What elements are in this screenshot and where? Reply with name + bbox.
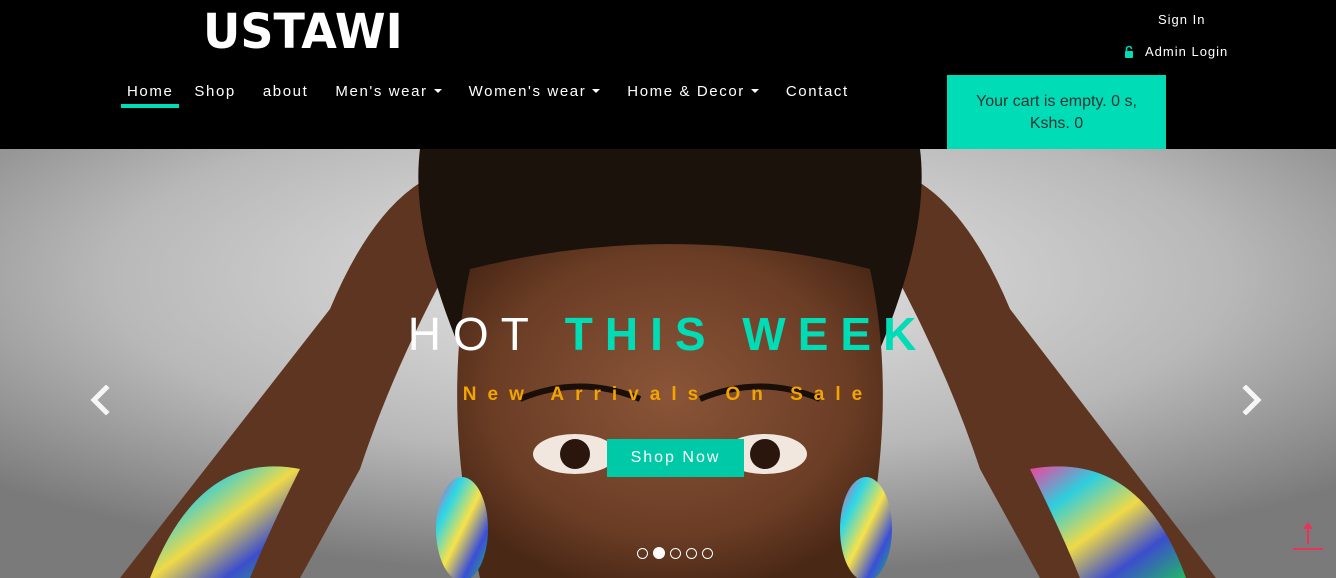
caret-down-icon [433, 89, 442, 94]
admin-login-link[interactable]: Admin Login [1123, 44, 1228, 59]
nav-label: Men's wear [335, 83, 428, 100]
nav-label: Contact [785, 83, 849, 100]
caret-down-icon [750, 89, 759, 94]
nav-label: Shop [194, 83, 236, 100]
nav-item-mens-wear[interactable]: Men's wear [335, 80, 442, 108]
hero-headline: HOT THIS WEEK [0, 307, 1336, 361]
carousel-indicators [637, 547, 713, 559]
hero-image [0, 149, 1336, 578]
carousel-dot[interactable] [686, 547, 697, 559]
admin-login-label: Admin Login [1145, 44, 1229, 59]
nav-label: Women's wear [468, 83, 587, 100]
sign-in-link[interactable]: Sign In [1158, 12, 1205, 27]
site-logo[interactable]: USTAWI [203, 2, 403, 60]
headline-accent: THIS WEEK [564, 308, 929, 360]
nav-label: Home & Decor [627, 83, 745, 100]
nav-item-about[interactable]: about [263, 80, 309, 108]
carousel-dot[interactable] [637, 547, 648, 559]
cart-total: Kshs. 0 [1029, 115, 1084, 132]
nav-item-contact[interactable]: Contact [786, 80, 849, 108]
shop-now-button[interactable]: Shop Now [607, 439, 744, 477]
carousel-dot[interactable] [670, 547, 681, 559]
headline-plain: HOT [407, 308, 540, 360]
cart-status: Your cart is empty. 0 s, [976, 93, 1137, 110]
arrow-up-icon[interactable] [1292, 519, 1324, 553]
carousel-dot[interactable] [702, 547, 713, 559]
main-nav: Home Shop about Men's wear Women's wear … [121, 80, 849, 108]
chevron-right-icon[interactable] [1240, 384, 1264, 416]
cart-summary[interactable]: Your cart is empty. 0 s, Kshs. 0 [947, 75, 1166, 149]
hero-carousel: HOT THIS WEEK New Arrivals On Sale Shop … [0, 149, 1336, 578]
nav-item-home-decor[interactable]: Home & Decor [627, 80, 759, 108]
chevron-left-icon[interactable] [88, 384, 112, 416]
hero-subhead: New Arrivals On Sale [462, 384, 874, 405]
nav-item-home[interactable]: Home [121, 80, 180, 108]
nav-item-womens-wear[interactable]: Women's wear [469, 80, 601, 108]
nav-label: Home [127, 83, 174, 100]
nav-item-shop[interactable]: Shop [194, 80, 235, 108]
lock-open-icon [1123, 45, 1135, 59]
carousel-dot-active[interactable] [653, 547, 665, 559]
site-header: USTAWI Sign In Admin Login Home Shop abo… [0, 0, 1336, 149]
nav-label: about [262, 83, 309, 100]
logo-text: USTAWI [203, 2, 403, 60]
caret-down-icon [592, 89, 601, 94]
